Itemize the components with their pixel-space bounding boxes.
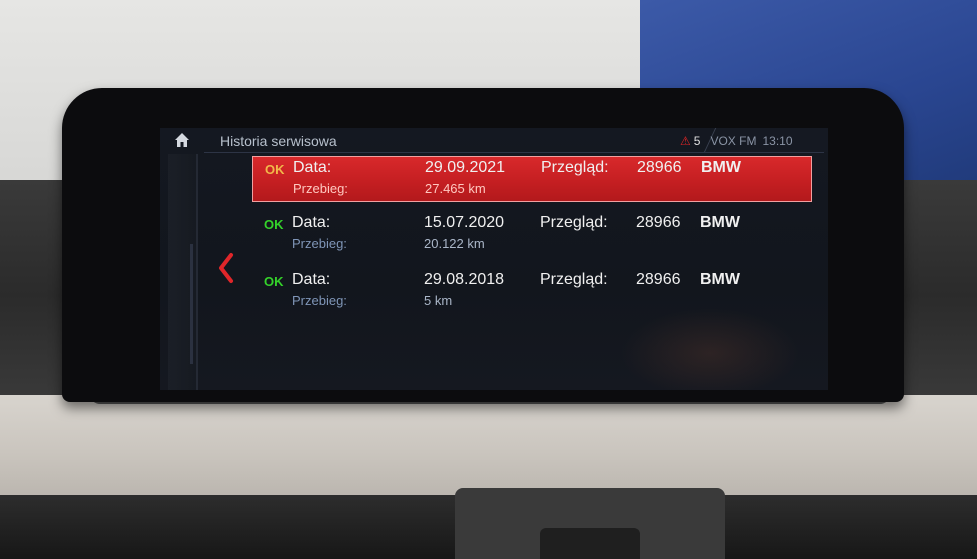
status-badge: OK [264, 217, 284, 232]
mileage-label: Przebieg: [292, 236, 347, 251]
dealer-brand: BMW [700, 214, 740, 231]
chevron-left-icon [219, 253, 233, 283]
back-button[interactable] [216, 252, 236, 284]
service-date: 29.09.2021 [425, 159, 506, 176]
radio-station: VOX FM [710, 134, 757, 148]
mileage-value: 5 km [424, 293, 453, 308]
list-item[interactable]: OK Data: Przebieg: 29.09.2021 27.465 km … [252, 156, 812, 202]
date-label: Data: [293, 159, 332, 176]
mileage-value: 27.465 km [425, 181, 486, 196]
dealer-brand: BMW [701, 159, 741, 176]
service-code: 28966 [637, 159, 682, 176]
mileage-value: 20.122 km [424, 236, 485, 251]
service-code: 28966 [636, 214, 681, 231]
service-history-list: OK Data: Przebieg: 29.09.2021 27.465 km … [252, 156, 812, 326]
service-code: 28966 [636, 271, 681, 288]
service-label: Przegląd: [540, 214, 608, 231]
air-vent-slot [540, 528, 640, 559]
service-date: 15.07.2020 [424, 214, 505, 231]
dealer-brand: BMW [700, 271, 740, 288]
sidebar-rail [168, 154, 198, 390]
warning-count[interactable]: 5 [694, 134, 701, 148]
page-title: Historia serwisowa [220, 133, 337, 149]
status-area: ⚠ 5 VOX FM 13:10 [680, 134, 793, 148]
list-item[interactable]: OK Data: Przebieg: 15.07.2020 20.122 km … [252, 212, 812, 269]
service-date: 29.08.2018 [424, 271, 505, 288]
date-label: Data: [292, 214, 331, 231]
list-item[interactable]: OK Data: Przebieg: 29.08.2018 5 km Przeg… [252, 269, 812, 326]
infotainment-screen: Historia serwisowa ⚠ 5 VOX FM 13:10 OK Data… [160, 128, 828, 390]
clock: 13:10 [762, 134, 793, 148]
service-label: Przegląd: [541, 159, 609, 176]
scroll-indicator[interactable] [190, 244, 193, 364]
home-icon[interactable] [174, 132, 190, 148]
service-label: Przegląd: [540, 271, 608, 288]
mileage-label: Przebieg: [293, 181, 348, 196]
date-label: Data: [292, 271, 331, 288]
warning-triangle-icon[interactable]: ⚠ [680, 134, 691, 148]
status-badge: OK [264, 274, 284, 289]
status-badge: OK [265, 162, 285, 177]
mileage-label: Przebieg: [292, 293, 347, 308]
